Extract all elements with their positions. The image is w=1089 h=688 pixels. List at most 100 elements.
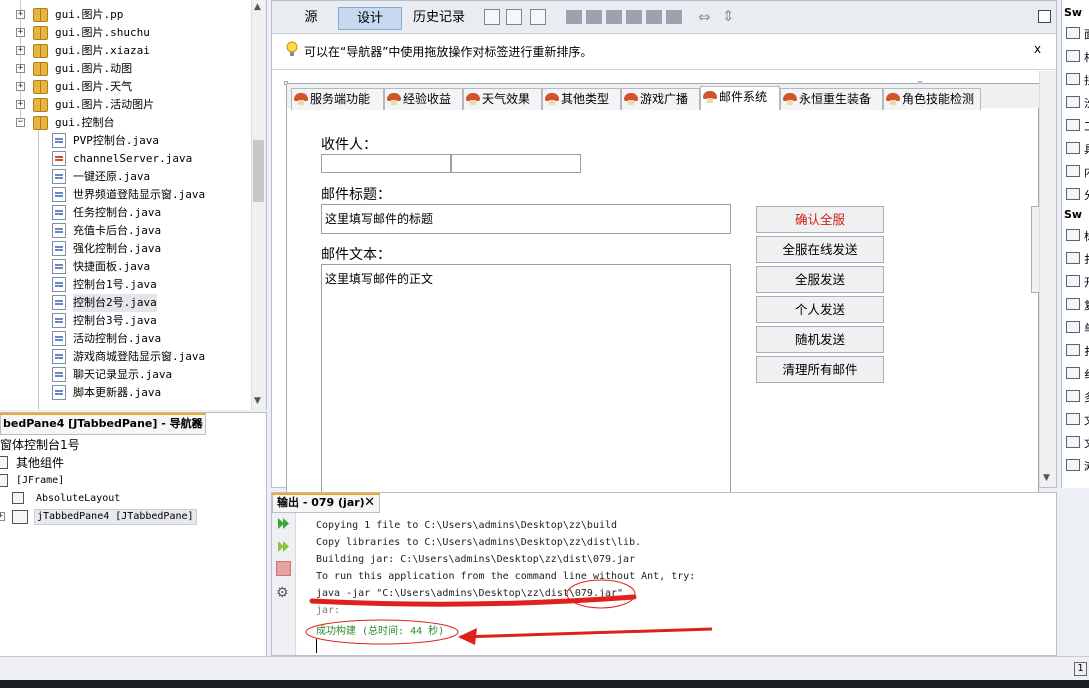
recipient-field-1[interactable] bbox=[321, 154, 451, 173]
editor-scrollbar[interactable] bbox=[1039, 71, 1056, 487]
palette-item-icon[interactable] bbox=[1066, 252, 1080, 264]
send-personal-button[interactable]: 个人发送 bbox=[756, 296, 884, 323]
tree-item-label: gui.图片.shuchu bbox=[55, 26, 150, 39]
mushroom-icon bbox=[703, 91, 717, 103]
tab-source[interactable]: 源 bbox=[286, 7, 336, 30]
navigator-tab[interactable]: bedPane4 [JTabbedPane] - 导航器 ✕ bbox=[0, 413, 206, 435]
clear-all-mail-button[interactable]: 清理所有邮件 bbox=[756, 356, 884, 383]
tab-weather[interactable]: 天气效果 bbox=[463, 88, 542, 110]
palette-section-header[interactable]: Sw bbox=[1064, 6, 1082, 19]
align-bottom-icon[interactable] bbox=[646, 10, 662, 24]
scroll-up-icon[interactable]: ▲ bbox=[254, 2, 261, 12]
send-all-button[interactable]: 全服发送 bbox=[756, 266, 884, 293]
expand-icon[interactable]: + bbox=[16, 10, 25, 19]
collapse-icon[interactable]: − bbox=[16, 118, 25, 127]
tree-item-label: 一键还原.java bbox=[73, 170, 151, 183]
tab-other-types[interactable]: 其他类型 bbox=[542, 88, 621, 110]
tab-eternal-rebirth[interactable]: 永恒重生装备 bbox=[780, 88, 883, 110]
send-random-button[interactable]: 随机发送 bbox=[756, 326, 884, 353]
palette-item-icon[interactable] bbox=[1066, 459, 1080, 471]
palette-item-icon[interactable] bbox=[1066, 27, 1080, 39]
confirm-all-button[interactable]: 确认全服 bbox=[756, 206, 884, 233]
expand-icon[interactable]: + bbox=[16, 100, 25, 109]
layout-icon bbox=[12, 492, 24, 504]
expand-icon[interactable]: + bbox=[16, 64, 25, 73]
tab-exp-gain[interactable]: 经验收益 bbox=[384, 88, 463, 110]
send-online-all-button[interactable]: 全服在线发送 bbox=[756, 236, 884, 263]
navigator-item-label: jTabbedPane4 [JTabbedPane] bbox=[34, 509, 197, 525]
notification-badge[interactable]: 1 bbox=[1074, 662, 1087, 676]
connection-mode-icon[interactable] bbox=[506, 9, 522, 25]
palette-item-label: 滩 bbox=[1084, 458, 1089, 474]
hint-close-icon[interactable]: x bbox=[1034, 42, 1041, 56]
center-horizontal-icon[interactable] bbox=[606, 10, 622, 24]
scroll-down-icon[interactable]: ▼ bbox=[254, 396, 261, 406]
java-file-icon bbox=[52, 259, 66, 274]
button-label: 随机发送 bbox=[794, 332, 845, 347]
align-left-icon[interactable] bbox=[566, 10, 582, 24]
palette-item-icon[interactable] bbox=[1066, 321, 1080, 333]
tree-scroll-thumb[interactable] bbox=[253, 140, 264, 202]
palette-item-icon[interactable] bbox=[1066, 229, 1080, 241]
palette-item-label: 纟 bbox=[1084, 366, 1089, 382]
palette-item-icon[interactable] bbox=[1066, 142, 1080, 154]
mail-title-label: 邮件标题： bbox=[321, 187, 391, 203]
mail-body-label: 邮件文本： bbox=[321, 247, 391, 263]
palette-item-icon[interactable] bbox=[1066, 188, 1080, 200]
expand-icon[interactable]: + bbox=[0, 512, 5, 521]
tab-broadcast[interactable]: 游戏广播 bbox=[621, 88, 700, 110]
tab-history[interactable]: 历史记录 bbox=[404, 7, 474, 30]
palette-item-icon[interactable] bbox=[1066, 413, 1080, 425]
align-right-icon[interactable] bbox=[586, 10, 602, 24]
tab-label: 服务端功能 bbox=[310, 92, 371, 106]
mail-title-input[interactable]: 这里填写邮件的标题 bbox=[321, 204, 731, 234]
preview-design-icon[interactable] bbox=[530, 9, 546, 25]
java-file-icon bbox=[52, 169, 66, 184]
tab-design[interactable]: 设计 bbox=[338, 7, 402, 30]
palette-item-icon[interactable] bbox=[1066, 165, 1080, 177]
expand-icon[interactable]: + bbox=[16, 28, 25, 37]
tab-skill-check[interactable]: 角色技能检测 bbox=[883, 88, 981, 110]
tab-label: 游戏广播 bbox=[640, 92, 689, 106]
palette-item-icon[interactable] bbox=[1066, 298, 1080, 310]
palette-item-icon[interactable] bbox=[1066, 73, 1080, 85]
palette-item-icon[interactable] bbox=[1066, 390, 1080, 402]
palette-section-header[interactable]: Sw bbox=[1064, 208, 1082, 221]
resize-horizontal-icon[interactable]: ⇔ bbox=[698, 8, 711, 26]
palette-item-icon[interactable] bbox=[1066, 367, 1080, 379]
maximize-icon[interactable] bbox=[1038, 10, 1051, 23]
selection-mode-icon[interactable] bbox=[484, 9, 500, 25]
java-file-icon bbox=[52, 349, 66, 364]
tree-item-label: 任务控制台.java bbox=[73, 206, 162, 219]
palette-item-icon[interactable] bbox=[1066, 96, 1080, 108]
resize-vertical-icon[interactable]: ⇕ bbox=[722, 7, 735, 25]
tab-label: 永恒重生装备 bbox=[799, 92, 872, 106]
java-file-icon bbox=[52, 367, 66, 382]
palette-item-icon[interactable] bbox=[1066, 436, 1080, 448]
palette-item-icon[interactable] bbox=[1066, 344, 1080, 356]
close-icon[interactable]: ✕ bbox=[190, 415, 201, 433]
align-top-icon[interactable] bbox=[626, 10, 642, 24]
expand-icon[interactable]: + bbox=[16, 46, 25, 55]
scroll-down-icon[interactable]: ▼ bbox=[1043, 473, 1050, 483]
package-icon bbox=[33, 98, 48, 112]
tree-item-label: channelServer.java bbox=[73, 152, 193, 165]
package-icon bbox=[33, 26, 48, 40]
navigator-root[interactable]: 窗体控制台1号 bbox=[0, 436, 80, 454]
recipient-field-2[interactable] bbox=[451, 154, 581, 173]
palette-item-icon[interactable] bbox=[1066, 119, 1080, 131]
tree-item-label: 强化控制台.java bbox=[73, 242, 162, 255]
center-vertical-icon[interactable] bbox=[666, 10, 682, 24]
palette-item-icon[interactable] bbox=[1066, 50, 1080, 62]
tree-item-label: gui.控制台 bbox=[55, 116, 115, 129]
tab-server-functions[interactable]: 服务端功能 bbox=[291, 88, 384, 110]
navigator-tab-label: bedPane4 [JTabbedPane] - 导航器 bbox=[3, 417, 203, 430]
mail-body-textarea[interactable]: 这里填写邮件的正文 bbox=[321, 264, 731, 504]
expand-icon[interactable]: + bbox=[16, 82, 25, 91]
palette-item-icon[interactable] bbox=[1066, 275, 1080, 287]
java-file-icon bbox=[52, 241, 66, 256]
button-label: 全服在线发送 bbox=[782, 242, 858, 257]
tab-mail-system[interactable]: 邮件系统 bbox=[700, 86, 780, 110]
tree-scrollbar[interactable] bbox=[251, 0, 266, 410]
tabbedpane-icon bbox=[12, 510, 28, 524]
